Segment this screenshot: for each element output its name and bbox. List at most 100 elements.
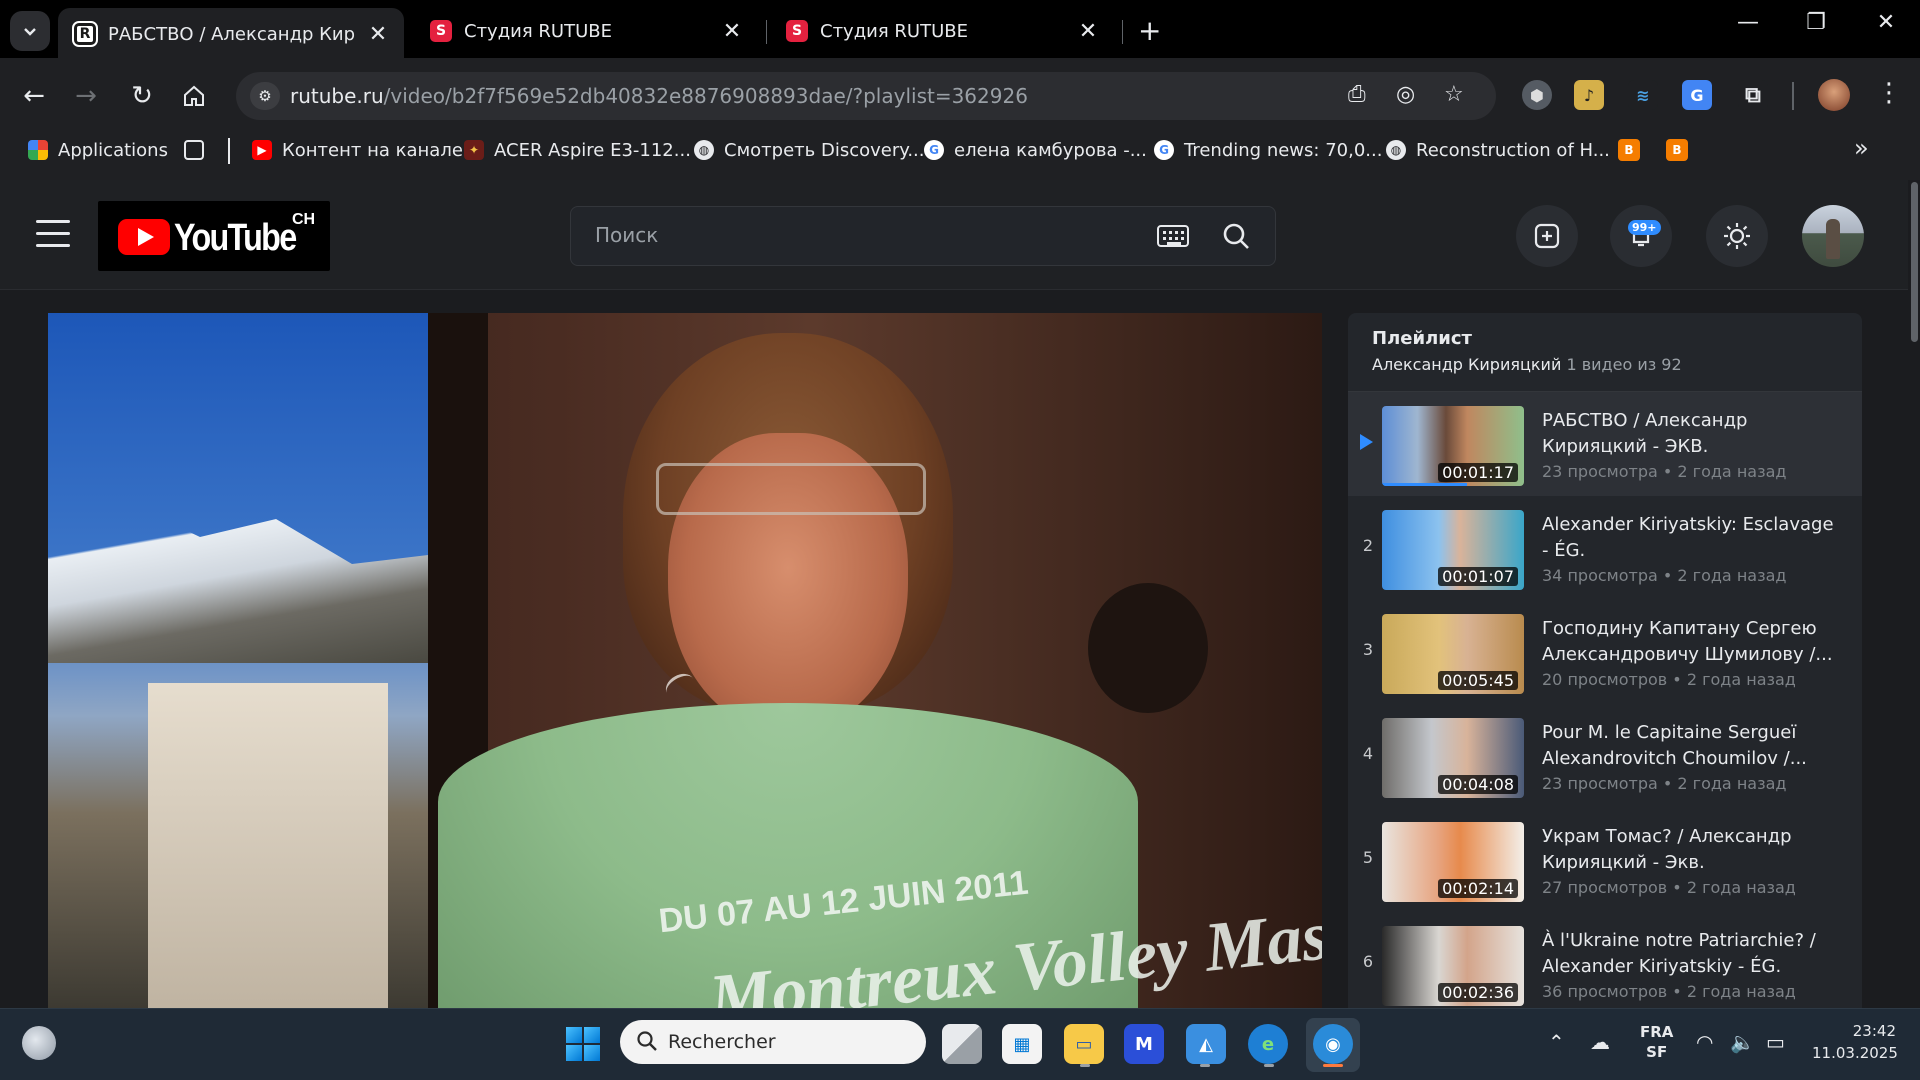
playlist-item-meta: 27 просмотров • 2 года назад [1542,878,1842,897]
bookmark-tab-groups[interactable] [184,136,214,164]
playlist-item-title[interactable]: Господину Капитану Сергею Александровичу… [1542,616,1842,668]
playlist-item-text: À l'Ukraine notre Patriarchie? / Alexand… [1542,928,1842,1001]
bookmark-channel-content[interactable]: ▶ Контент на канале [252,136,463,164]
upload-button[interactable] [1516,205,1578,267]
playlist-item-text: Украм Томас? / Александр Кирияцкий - Экв… [1542,824,1842,897]
search-icon[interactable] [1221,221,1251,251]
extension-note-icon[interactable]: ♪ [1574,80,1604,110]
bookmark-acer[interactable]: ✦ ACER Aspire E3-112... [464,136,691,164]
playlist-item[interactable]: 2 00:01:07 Alexander Kiriyatskiy: Esclavag… [1348,496,1862,600]
file-explorer-icon[interactable]: ▭ [1064,1024,1104,1064]
new-tab-button[interactable]: + [1138,14,1161,47]
page-scrollbar-thumb[interactable] [1911,182,1918,342]
google-translate-icon[interactable]: G [1682,80,1712,110]
rutube-studio-icon: S [430,20,452,42]
meta-separator: • [1667,878,1687,897]
playlist-item-thumbnail[interactable]: 00:01:17 [1382,406,1524,486]
playlist-title: Плейлист [1372,328,1472,349]
add-video-icon [1534,223,1560,249]
playlist-item-title[interactable]: Alexander Kiriyatskiy: Esclavage - ÉG. [1542,512,1842,564]
editor-app-icon[interactable]: M [1124,1024,1164,1064]
playlist-item-title[interactable]: Украм Томас? / Александр Кирияцкий - Экв… [1542,824,1842,876]
playlist-item[interactable]: 3 00:05:45 Господину Капитану Сергею Алекс… [1348,600,1862,704]
home-button[interactable] [178,80,210,112]
photos-icon[interactable]: ◭ [1186,1024,1226,1064]
playlist-item-index: 6 [1362,952,1374,971]
taskbar-search[interactable]: Rechercher [620,1020,926,1064]
menu-hamburger-icon[interactable] [36,220,70,248]
forward-button[interactable]: → [70,80,102,112]
theme-toggle-button[interactable] [1706,205,1768,267]
profile-avatar[interactable] [1818,79,1850,111]
playlist-item-index: 5 [1362,848,1374,867]
playlist-subtitle: Александр Кирияцкий 1 видео из 92 [1372,355,1682,374]
bookmark-applications[interactable]: Applications [28,136,168,164]
bookmark-blogger-1[interactable]: B [1618,136,1650,164]
bookmark-kamburova[interactable]: G елена камбурова -... [924,136,1147,164]
site-logo[interactable]: YouTube CH [98,201,330,271]
video-player[interactable]: DU 07 AU 12 JUIN 2011 Montreux Volley Ma… [48,313,1322,1008]
playlist-item-thumbnail[interactable]: 00:04:08 [1382,718,1524,798]
extension-translate-word-icon[interactable]: ≋ [1628,80,1658,110]
battery-icon[interactable]: ▭ [1766,1030,1785,1054]
bookmark-star-icon[interactable]: ☆ [1444,82,1464,107]
user-avatar[interactable] [1802,205,1864,267]
chrome-browser-icon[interactable]: ◉ [1313,1024,1353,1064]
google-icon: G [924,140,944,160]
close-tab-icon[interactable]: ✕ [368,22,388,47]
playlist-item-meta: 23 просмотра • 2 года назад [1542,462,1842,481]
restore-button[interactable]: ❐ [1796,10,1836,35]
volume-icon[interactable]: 🔈 [1730,1030,1755,1054]
clock[interactable]: 23:42 11.03.2025 [1812,1020,1898,1064]
notifications-button[interactable] [1610,205,1672,267]
site-info-icon[interactable]: ⚙ [250,82,280,110]
playlist-item[interactable]: 5 00:02:14 Украм Томас? / Александр Кирияц… [1348,808,1862,912]
back-button[interactable]: ← [18,80,50,112]
close-window-button[interactable]: ✕ [1866,10,1906,35]
bookmark-blogger-2[interactable]: B [1666,136,1698,164]
tab-search-button[interactable] [10,11,50,51]
tab-studio-2[interactable]: S Студия RUTUBE ✕ [770,8,1114,54]
bookmarks-overflow-icon[interactable]: » [1854,134,1869,162]
keyboard-icon[interactable] [1157,225,1189,247]
playlist-item-thumbnail[interactable]: 00:02:14 [1382,822,1524,902]
tab-studio-1[interactable]: S Студия RUTUBE ✕ [414,8,758,54]
playlist-author[interactable]: Александр Кирияцкий [1372,355,1561,374]
address-bar[interactable]: ⚙ rutube.ru/video/b2f7f569e52db40832e887… [236,72,1496,120]
extensions-puzzle-icon[interactable]: ⧉ [1738,80,1768,110]
close-tab-icon[interactable]: ✕ [722,19,742,44]
minimize-button[interactable]: — [1728,10,1768,35]
reload-button[interactable]: ↻ [126,80,158,112]
tab-active[interactable]: R РАБСТВО / Александр Кириящ ✕ [58,8,404,60]
install-app-icon[interactable]: ⎙ [1348,82,1366,107]
onedrive-cloud-icon[interactable]: ☁ [1590,1030,1610,1054]
playlist-item-thumbnail[interactable]: 00:02:36 [1382,926,1524,1006]
tray-overflow-icon[interactable]: ⌃ [1548,1030,1565,1054]
tracking-protection-icon[interactable]: ◎ [1396,82,1415,107]
url-text[interactable]: rutube.ru/video/b2f7f569e52db40832e88769… [290,84,1028,108]
playlist-item[interactable]: 6 00:02:36 À l'Ukraine notre Patriarchie? … [1348,912,1862,1016]
bookmark-reconstruction[interactable]: ◍ Reconstruction of H... [1386,136,1610,164]
bookmark-trending-news[interactable]: G Trending news: 70,0... [1154,136,1382,164]
upload-age: 2 года назад [1677,566,1787,585]
playlist-item-title[interactable]: РАБСТВО / Александр Кирияцкий - ЭКВ. [1542,408,1842,460]
playlist-item-title[interactable]: À l'Ukraine notre Patriarchie? / Alexand… [1542,928,1842,980]
playlist-item-thumbnail[interactable]: 00:01:07 [1382,510,1524,590]
browser-menu-icon[interactable]: ⋮ [1876,78,1902,108]
upload-age: 2 года назад [1677,462,1787,481]
weather-widget-icon[interactable] [22,1026,56,1060]
task-view-icon[interactable] [942,1024,982,1064]
playlist-item-thumbnail[interactable]: 00:05:45 [1382,614,1524,694]
search-input[interactable] [595,223,1135,247]
input-language[interactable]: FRA SF [1640,1022,1673,1062]
extension-shield-icon[interactable]: ⬢ [1522,80,1552,110]
playlist-item-title[interactable]: Pour M. le Capitaine Sergueï Alexandrovi… [1542,720,1842,772]
close-tab-icon[interactable]: ✕ [1078,19,1098,44]
store-icon[interactable]: ▦ [1002,1024,1042,1064]
playlist-item[interactable]: 4 00:04:08 Pour M. le Capitaine Sergueï Al… [1348,704,1862,808]
bookmark-discovery[interactable]: ◍ Смотреть Discovery... [694,136,925,164]
playlist-item[interactable]: 00:01:17 РАБСТВО / Александр Кирияцкий - … [1348,392,1862,496]
wifi-icon[interactable]: ◠ [1696,1030,1713,1054]
start-button[interactable] [566,1027,600,1061]
edge-browser-icon[interactable]: e [1248,1024,1288,1064]
